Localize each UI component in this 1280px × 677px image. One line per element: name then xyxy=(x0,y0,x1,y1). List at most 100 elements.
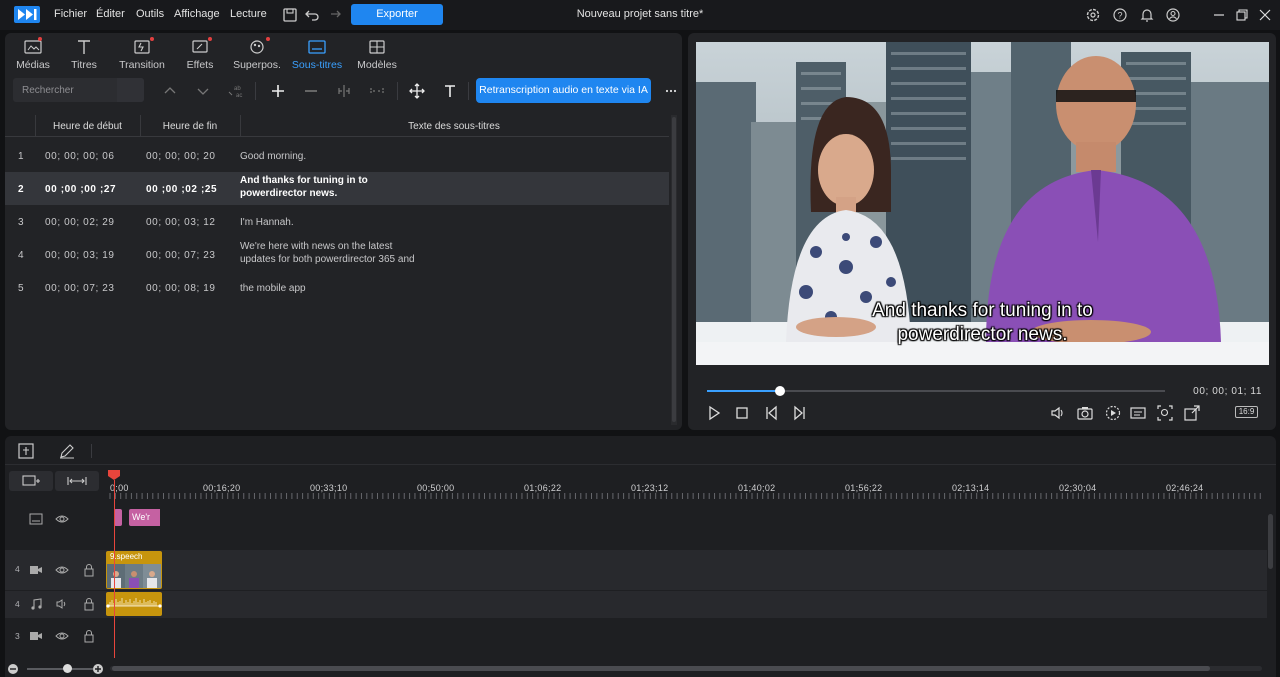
subtitle-row[interactable]: 4 00; 00; 03; 19 00; 00; 07; 23 We're he… xyxy=(5,238,669,271)
timeline-vertical-scrollbar[interactable] xyxy=(1267,508,1274,618)
subtitle-display-icon[interactable] xyxy=(1129,404,1147,422)
tab-overlay[interactable]: Superpos. xyxy=(229,38,285,74)
row-start-time[interactable]: 00; 00; 00; 06 xyxy=(45,150,115,163)
zoom-out-icon[interactable] xyxy=(7,663,19,675)
seek-handle[interactable] xyxy=(775,386,786,396)
notification-bell-icon[interactable] xyxy=(1138,6,1156,24)
restore-icon[interactable] xyxy=(1233,6,1251,24)
row-text[interactable]: the mobile app xyxy=(240,282,306,295)
replace-text-icon[interactable]: abac xyxy=(227,83,243,99)
zoom-in-icon[interactable] xyxy=(92,663,104,675)
search-dropdown[interactable] xyxy=(117,78,144,102)
move-down-icon[interactable] xyxy=(195,83,211,99)
lock-icon[interactable] xyxy=(82,597,96,611)
row-end-time[interactable]: 00; 00; 08; 19 xyxy=(146,282,216,295)
add-track-button[interactable] xyxy=(9,471,53,491)
tab-templates[interactable]: Modèles xyxy=(349,38,405,74)
playhead[interactable] xyxy=(114,480,115,658)
zoom-preview-icon[interactable] xyxy=(1156,404,1174,422)
subtitle-clip[interactable] xyxy=(114,509,122,526)
subtitle-row[interactable]: 3 00; 00; 02; 29 00; 00; 03; 12 I'm Hann… xyxy=(5,205,669,238)
row-start-time[interactable]: 00; 00; 02; 29 xyxy=(45,216,115,229)
menu-playback[interactable]: Lecture xyxy=(230,8,267,20)
speaker-icon[interactable] xyxy=(55,597,69,611)
scrollbar-thumb[interactable] xyxy=(112,666,1210,671)
table-scrollbar[interactable] xyxy=(671,115,677,425)
remove-subtitle-icon[interactable] xyxy=(303,83,319,99)
row-text[interactable]: And thanks for tuning in to xyxy=(240,174,368,187)
fit-timeline-button[interactable] xyxy=(55,471,99,491)
subtitle-row[interactable]: 5 00; 00; 07; 23 00; 00; 08; 19 the mobi… xyxy=(5,271,669,304)
play-icon[interactable] xyxy=(705,404,723,422)
subtitle-clip[interactable] xyxy=(157,509,160,526)
aspect-ratio-button[interactable]: 16:9 xyxy=(1235,406,1258,418)
tab-transition[interactable]: Transition xyxy=(114,38,170,74)
next-frame-icon[interactable] xyxy=(790,404,808,422)
tab-titles[interactable]: Titres xyxy=(56,38,112,74)
minimize-icon[interactable] xyxy=(1210,6,1228,24)
tab-media[interactable]: Médias xyxy=(5,38,61,74)
undo-icon[interactable] xyxy=(303,6,321,24)
visibility-eye-icon[interactable] xyxy=(55,512,69,526)
snapshot-camera-icon[interactable] xyxy=(1076,404,1094,422)
row-text[interactable]: Good morning. xyxy=(240,150,306,163)
close-icon[interactable] xyxy=(1256,6,1274,24)
menu-edit[interactable]: Éditer xyxy=(96,8,125,20)
text-style-icon[interactable] xyxy=(442,83,458,99)
search-input[interactable] xyxy=(13,78,113,102)
row-end-time[interactable]: 00; 00; 03; 12 xyxy=(146,216,216,229)
subtitle-search[interactable] xyxy=(13,78,144,102)
row-end-time[interactable]: 00 ;00 ;02 ;25 xyxy=(146,183,217,196)
redo-icon[interactable] xyxy=(325,6,343,24)
zoom-slider[interactable] xyxy=(27,668,93,670)
save-icon[interactable] xyxy=(281,6,299,24)
tab-effects[interactable]: Effets xyxy=(172,38,228,74)
menu-file[interactable]: Fichier xyxy=(54,8,87,20)
visibility-eye-icon[interactable] xyxy=(55,563,69,577)
subtitle-row-selected[interactable]: 2 00 ;00 ;00 ;27 00 ;00 ;02 ;25 And than… xyxy=(5,172,669,205)
position-move-icon[interactable] xyxy=(409,83,425,99)
notification-dot xyxy=(150,37,154,41)
volume-icon[interactable] xyxy=(1049,404,1067,422)
timeline-horizontal-scrollbar[interactable] xyxy=(110,666,1262,671)
row-end-time[interactable]: 00; 00; 07; 23 xyxy=(146,249,216,262)
transition-icon xyxy=(134,40,150,54)
stop-icon[interactable] xyxy=(733,404,751,422)
menu-tools[interactable]: Outils xyxy=(136,8,164,20)
row-start-time[interactable]: 00 ;00 ;00 ;27 xyxy=(45,183,116,196)
subtitle-row[interactable]: 1 00; 00; 00; 06 00; 00; 00; 20 Good mor… xyxy=(5,139,669,172)
previous-frame-icon[interactable] xyxy=(763,404,781,422)
merge-subtitle-icon[interactable] xyxy=(369,83,385,99)
move-up-icon[interactable] xyxy=(162,83,178,99)
help-icon[interactable]: ? xyxy=(1111,6,1129,24)
split-subtitle-icon[interactable] xyxy=(336,83,352,99)
lock-icon[interactable] xyxy=(82,563,96,577)
row-text-line2[interactable]: powerdirector news. xyxy=(240,187,337,200)
ai-transcription-button[interactable]: Retranscription audio en texte via IA xyxy=(476,78,651,103)
track-manager-icon[interactable] xyxy=(17,442,35,460)
row-end-time[interactable]: 00; 00; 00; 20 xyxy=(146,150,216,163)
visibility-eye-icon[interactable] xyxy=(55,629,69,643)
row-text[interactable]: We're here with news on the latest xyxy=(240,240,392,253)
edit-pen-icon[interactable] xyxy=(58,442,76,460)
scrollbar-thumb[interactable] xyxy=(1268,514,1273,569)
more-options-icon[interactable] xyxy=(663,83,679,99)
menu-view[interactable]: Affichage xyxy=(174,8,220,20)
lock-icon[interactable] xyxy=(82,629,96,643)
row-start-time[interactable]: 00; 00; 03; 19 xyxy=(45,249,115,262)
row-start-time[interactable]: 00; 00; 07; 23 xyxy=(45,282,115,295)
settings-gear-icon[interactable] xyxy=(1084,6,1102,24)
export-button[interactable]: Exporter xyxy=(351,4,443,25)
playback-mode-icon[interactable] xyxy=(1104,404,1122,422)
timeline-ruler[interactable]: 0;00 00;16;20 00;33;10 00;50;00 01;06;22 01;2… xyxy=(105,466,1267,504)
row-text-line2[interactable]: updates for both powerdirector 365 and xyxy=(240,253,415,266)
undock-icon[interactable] xyxy=(1183,404,1201,422)
add-subtitle-icon[interactable] xyxy=(270,83,286,99)
subtitle-clip[interactable]: We'r xyxy=(129,509,159,526)
zoom-slider-handle[interactable] xyxy=(62,664,72,673)
tab-subtitles[interactable]: Sous-titres xyxy=(289,38,345,74)
row-text[interactable]: I'm Hannah. xyxy=(240,216,294,229)
scrollbar-thumb[interactable] xyxy=(672,117,676,422)
account-icon[interactable] xyxy=(1164,6,1182,24)
video-preview[interactable]: And thanks for tuning in to powerdirecto… xyxy=(696,42,1269,365)
